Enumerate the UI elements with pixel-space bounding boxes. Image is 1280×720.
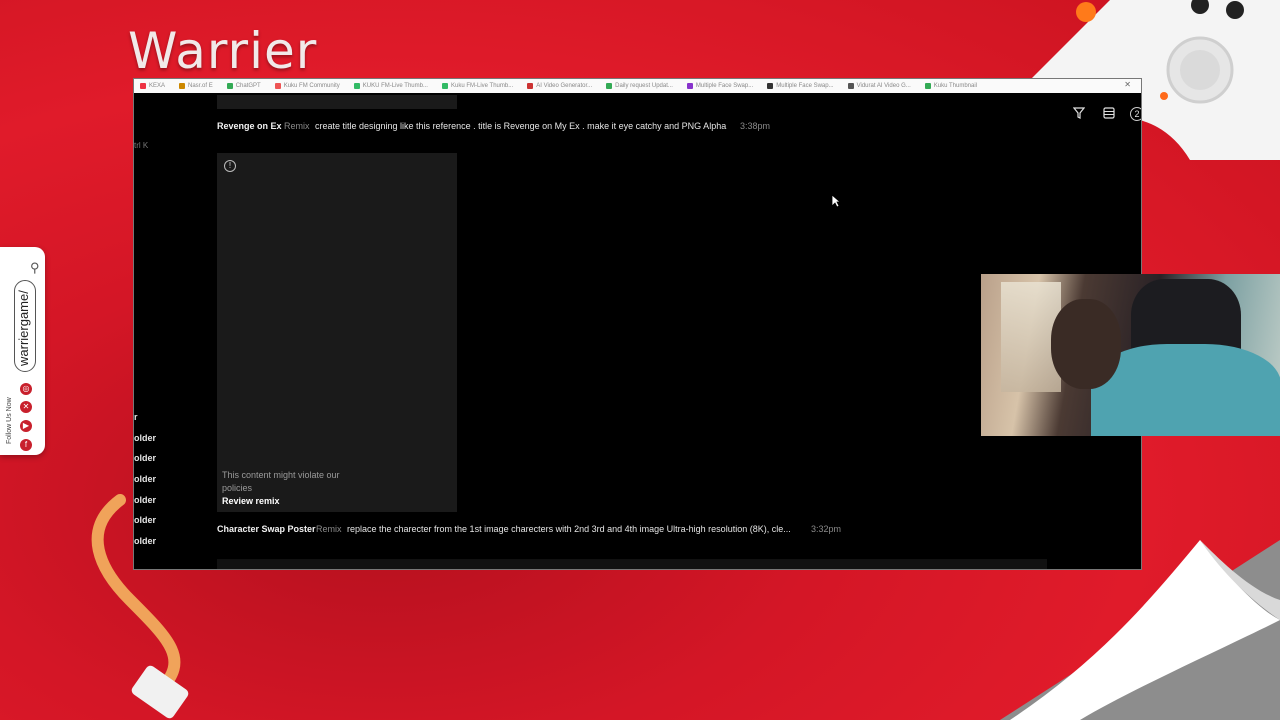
close-icon[interactable]: ✕ bbox=[1124, 80, 1131, 89]
bookmark-label: AI Video Generator... bbox=[536, 83, 593, 89]
bookmark-item[interactable]: Nasr.of E bbox=[179, 83, 213, 89]
row-time: 3:38pm bbox=[740, 121, 771, 131]
bookmark-item[interactable]: KEXA bbox=[140, 83, 165, 89]
bookmark-label: ChatGPT bbox=[235, 83, 261, 89]
bookmark-label: KUKU FM-Live Thumb... bbox=[362, 83, 428, 89]
bookmark-favicon-icon bbox=[847, 83, 854, 89]
instagram-icon[interactable]: ◎ bbox=[20, 383, 32, 395]
bookmark-label: Kuku FM-Live Thumb... bbox=[450, 83, 514, 89]
sidebar-list: r older older older older older older bbox=[134, 412, 156, 557]
bookmark-label: Kuku Thumbnail bbox=[933, 83, 977, 89]
review-remix-button[interactable]: Review remix bbox=[222, 496, 280, 506]
sidebar-item[interactable]: older bbox=[134, 433, 156, 454]
bookmarks-bar: KEXA Nasr.of E ChatGPT Kuku FM Community KUK… bbox=[134, 79, 1141, 93]
sidebar-item[interactable]: older bbox=[134, 474, 156, 495]
next-card-edge bbox=[217, 559, 1047, 569]
bookmark-item[interactable]: Multiple Face Swap... bbox=[686, 83, 754, 89]
policy-message: This content might violate our policies bbox=[222, 470, 340, 493]
bookmark-label: KEXA bbox=[149, 83, 166, 89]
bookmark-favicon-icon bbox=[606, 83, 613, 89]
sidebar-item[interactable]: r bbox=[134, 412, 156, 433]
warning-icon: ! bbox=[224, 160, 236, 172]
list-view-icon[interactable] bbox=[1101, 107, 1117, 123]
row-prompt: replace the charecter from the 1st image… bbox=[347, 524, 791, 534]
bookmark-favicon-icon bbox=[179, 83, 186, 89]
previous-card-edge bbox=[217, 95, 457, 109]
bookmark-label: Vidurat AI Video G... bbox=[856, 83, 911, 89]
webcam-feed bbox=[981, 274, 1280, 436]
row-title[interactable]: Character Swap Poster bbox=[217, 524, 316, 534]
bookmark-item[interactable]: KUKU FM-Live Thumb... bbox=[353, 83, 428, 89]
bookmark-favicon-icon bbox=[353, 83, 360, 89]
bookmark-item[interactable]: AI Video Generator... bbox=[527, 83, 592, 89]
bookmark-label: Nasr.of E bbox=[188, 83, 213, 89]
row-time: 3:32pm bbox=[811, 524, 842, 534]
bookmark-label: Daily request Updat... bbox=[615, 83, 673, 89]
bookmark-favicon-icon bbox=[767, 83, 774, 89]
bookmark-item[interactable]: Kuku Thumbnail bbox=[924, 83, 977, 89]
facebook-icon[interactable]: f bbox=[20, 439, 32, 451]
search-icon: ⚲ bbox=[30, 260, 40, 275]
image-card[interactable]: ! This content might violate our policie… bbox=[217, 153, 457, 512]
bookmark-item[interactable]: Daily request Updat... bbox=[606, 83, 673, 89]
bookmark-item[interactable]: ChatGPT bbox=[226, 83, 261, 89]
row-tag: Remix bbox=[284, 121, 310, 131]
social-handle: warriergame/ bbox=[16, 290, 31, 366]
follow-label: Follow Us Now bbox=[6, 397, 13, 444]
bookmark-favicon-icon bbox=[140, 83, 146, 89]
bookmark-item[interactable]: Multiple Face Swap... bbox=[767, 83, 834, 89]
bookmark-label: Multiple Face Swap... bbox=[695, 83, 754, 89]
bookmark-favicon-icon bbox=[226, 83, 233, 89]
bookmark-item[interactable]: Vidurat AI Video G... bbox=[847, 83, 911, 89]
bookmark-favicon-icon bbox=[441, 83, 448, 89]
sidebar-item[interactable]: older bbox=[134, 453, 156, 474]
bookmark-label: Kuku FM Community bbox=[283, 83, 340, 89]
mouse-cursor-icon bbox=[831, 194, 841, 208]
bookmark-label: Multiple Face Swap... bbox=[776, 83, 834, 89]
x-icon[interactable]: ✕ bbox=[20, 401, 32, 413]
brand-title: Warrier bbox=[128, 22, 318, 80]
row-prompt: create title designing like this referen… bbox=[315, 121, 727, 131]
sidebar-item[interactable]: older bbox=[134, 515, 156, 536]
bookmark-favicon-icon bbox=[527, 83, 534, 89]
bookmark-item[interactable]: Kuku FM Community bbox=[274, 83, 340, 89]
bookmark-favicon-icon bbox=[924, 83, 931, 89]
bookmark-favicon-icon bbox=[274, 83, 281, 89]
youtube-icon[interactable]: ▶ bbox=[20, 420, 32, 432]
bookmark-item[interactable]: Kuku FM-Live Thumb... bbox=[441, 83, 514, 89]
row-tag: Remix bbox=[316, 524, 342, 534]
sidebar-item[interactable]: older bbox=[134, 495, 156, 516]
row-title[interactable]: Revenge on Ex bbox=[217, 121, 282, 131]
count-badge[interactable]: 2 bbox=[1130, 107, 1141, 121]
sidebar-item[interactable]: older bbox=[134, 536, 156, 557]
bookmark-favicon-icon bbox=[686, 83, 693, 89]
filter-icon[interactable] bbox=[1071, 107, 1087, 123]
shortcut-hint: trl K bbox=[134, 141, 149, 150]
